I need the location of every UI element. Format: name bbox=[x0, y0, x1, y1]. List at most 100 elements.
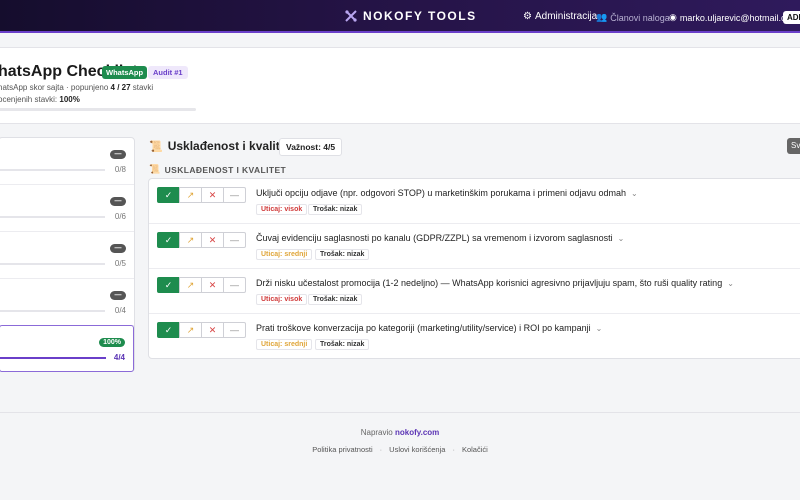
sidebar-category-3[interactable]: — 0/5 bbox=[0, 232, 134, 279]
rating-buttons: ✓ ↗ ✕ — bbox=[157, 277, 246, 293]
rate-partial-button[interactable]: ↗ bbox=[179, 232, 202, 248]
category-progress-bar bbox=[0, 263, 105, 265]
tools-icon bbox=[345, 10, 357, 22]
category-progress-bar bbox=[0, 310, 105, 312]
importance-badge: Važnost: 4/5 bbox=[279, 138, 343, 156]
category-count: 0/6 bbox=[114, 212, 126, 221]
chevron-down-icon[interactable]: ⌄ bbox=[596, 324, 603, 333]
rate-no-button[interactable]: ✕ bbox=[201, 187, 224, 203]
category-progress-bar bbox=[0, 357, 106, 359]
impact-tag: Uticaj: visok bbox=[256, 294, 308, 305]
item-text[interactable]: Čuvaj evidenciju saglasnosti po kanalu (… bbox=[256, 233, 624, 243]
score-suffix: stavki bbox=[130, 83, 154, 92]
score-line: hatsApp skor sajta · popunjeno 4 / 27 st… bbox=[0, 83, 153, 92]
rate-no-button[interactable]: ✕ bbox=[201, 277, 224, 293]
privacy-link[interactable]: Politika privatnosti bbox=[312, 445, 372, 454]
category-count: 0/5 bbox=[114, 259, 126, 268]
cost-tag: Trošak: nizak bbox=[315, 339, 370, 350]
rate-partial-button[interactable]: ↗ bbox=[179, 187, 202, 203]
score-value: 4 / 27 bbox=[110, 83, 131, 92]
item-text[interactable]: Drži nisku učestalost promocija (1-2 ned… bbox=[256, 278, 734, 288]
category-progress-bar bbox=[0, 216, 105, 218]
all-button[interactable]: Sv bbox=[787, 138, 800, 154]
item-label: Prati troškove konverzacija po kategorij… bbox=[256, 323, 591, 333]
gear-icon: ⚙ bbox=[523, 11, 532, 22]
category-progress-fill bbox=[0, 357, 106, 359]
brand-logo[interactable]: NOKOFY TOOLS bbox=[345, 9, 477, 23]
checklist-item: ✓ ↗ ✕ — Drži nisku učestalost promocija … bbox=[149, 269, 800, 314]
cookies-link[interactable]: Kolačići bbox=[462, 445, 488, 454]
item-text[interactable]: Prati troškove konverzacija po kategorij… bbox=[256, 323, 602, 333]
chevron-down-icon[interactable]: ⌄ bbox=[727, 279, 734, 288]
rate-no-button[interactable]: ✕ bbox=[201, 232, 224, 248]
rate-partial-button[interactable]: ↗ bbox=[179, 277, 202, 293]
item-label: Uključi opciju odjave (npr. odgovori STO… bbox=[256, 188, 626, 198]
scroll-icon: 📜 bbox=[149, 140, 163, 153]
made-by: Napravio nokofy.com bbox=[0, 428, 800, 437]
scroll-icon: 📜 bbox=[149, 164, 161, 174]
checklist-item: ✓ ↗ ✕ — Uključi opciju odjave (npr. odgo… bbox=[149, 179, 800, 224]
rate-no-button[interactable]: ✕ bbox=[201, 322, 224, 338]
footer-separator: · bbox=[379, 445, 383, 454]
rate-yes-button[interactable]: ✓ bbox=[157, 232, 180, 248]
category-count: 0/8 bbox=[114, 165, 126, 174]
rate-yes-button[interactable]: ✓ bbox=[157, 322, 180, 338]
rating-buttons: ✓ ↗ ✕ — bbox=[157, 322, 246, 338]
sidebar-category-4[interactable]: — 0/4 bbox=[0, 279, 134, 326]
rating-buttons: ✓ ↗ ✕ — bbox=[157, 232, 246, 248]
item-text[interactable]: Uključi opciju odjave (npr. odgovori STO… bbox=[256, 188, 638, 198]
rate-na-button[interactable]: — bbox=[223, 187, 246, 203]
rate-na-button[interactable]: — bbox=[223, 322, 246, 338]
rate-partial-button[interactable]: ↗ bbox=[179, 322, 202, 338]
nav-members-label: Članovi naloga bbox=[610, 12, 670, 23]
footer-links: Politika privatnosti · Uslovi korišćenja · K… bbox=[0, 445, 800, 454]
sidebar-category-compliance[interactable]: 100% 4/4 bbox=[0, 325, 134, 372]
audit-badge: Audit #1 bbox=[148, 66, 188, 79]
impact-tag: Uticaj: srednji bbox=[256, 339, 313, 350]
rate-yes-button[interactable]: ✓ bbox=[157, 277, 180, 293]
nav-administration[interactable]: ⚙ Administracija bbox=[523, 11, 597, 22]
category-count: 4/4 bbox=[113, 353, 125, 362]
user-email: marko.uljarevic@hotmail.com bbox=[679, 12, 799, 23]
rated-value: 100% bbox=[59, 95, 80, 104]
page-footer: Napravio nokofy.com Politika privatnosti… bbox=[0, 412, 800, 500]
category-status-pill: — bbox=[110, 291, 126, 300]
checklist-items: ✓ ↗ ✕ — Uključi opciju odjave (npr. odgo… bbox=[148, 178, 800, 359]
rate-na-button[interactable]: — bbox=[223, 232, 246, 248]
cost-tag: Trošak: nizak bbox=[308, 294, 363, 305]
impact-tag: Uticaj: srednji bbox=[256, 249, 313, 260]
rated-line: ocenjenih stavki: 100% bbox=[0, 95, 80, 104]
sidebar-category-2[interactable]: — 0/6 bbox=[0, 185, 134, 232]
cost-tag: Trošak: nizak bbox=[308, 204, 363, 215]
chevron-down-icon[interactable]: ⌄ bbox=[631, 189, 638, 198]
top-navigation-bar: NOKOFY TOOLS ⚙ Administracija 👥 Članovi … bbox=[0, 0, 800, 33]
category-sidebar: — 0/8 — 0/6 — 0/5 — 0/4 100% 4/4 bbox=[0, 137, 135, 372]
made-by-prefix: Napravio bbox=[360, 428, 395, 437]
section-title-text: Usklađenost i kvalitet bbox=[167, 139, 291, 153]
category-status-pill: 100% bbox=[99, 338, 125, 347]
category-status-pill: — bbox=[110, 150, 126, 159]
rate-yes-button[interactable]: ✓ bbox=[157, 187, 180, 203]
section-subheading-text: USKLAĐENOST I KVALITET bbox=[164, 164, 287, 175]
made-by-link[interactable]: nokofy.com bbox=[395, 428, 439, 437]
platform-badge: WhatsApp bbox=[102, 66, 148, 79]
sidebar-category-1[interactable]: — 0/8 bbox=[0, 138, 134, 185]
terms-link[interactable]: Uslovi korišćenja bbox=[389, 445, 445, 454]
item-label: Drži nisku učestalost promocija (1-2 ned… bbox=[256, 278, 723, 288]
category-status-pill: — bbox=[110, 197, 126, 206]
brand-name: NOKOFY TOOLS bbox=[363, 9, 477, 23]
nav-administration-label: Administracija bbox=[534, 11, 598, 22]
section-title: 📜 Usklađenost i kvalitet bbox=[149, 139, 290, 153]
overall-progress-bar bbox=[0, 108, 196, 111]
user-icon: ◉ bbox=[669, 12, 677, 22]
nav-account-members[interactable]: 👥 Članovi naloga bbox=[596, 12, 670, 23]
checklist-item: ✓ ↗ ✕ — Prati troškove konverzacija po k… bbox=[149, 314, 800, 359]
chevron-down-icon[interactable]: ⌄ bbox=[618, 234, 625, 243]
rate-na-button[interactable]: — bbox=[223, 277, 246, 293]
user-menu[interactable]: ◉ marko.uljarevic@hotmail.com bbox=[669, 12, 798, 23]
checklist-item: ✓ ↗ ✕ — Čuvaj evidenciju saglasnosti po … bbox=[149, 224, 800, 269]
score-prefix: hatsApp skor sajta · popunjeno bbox=[0, 83, 111, 92]
rated-prefix: ocenjenih stavki: bbox=[0, 95, 60, 104]
category-status-pill: — bbox=[110, 244, 126, 253]
section-subheading: 📜 USKLAĐENOST I KVALITET bbox=[149, 164, 286, 175]
